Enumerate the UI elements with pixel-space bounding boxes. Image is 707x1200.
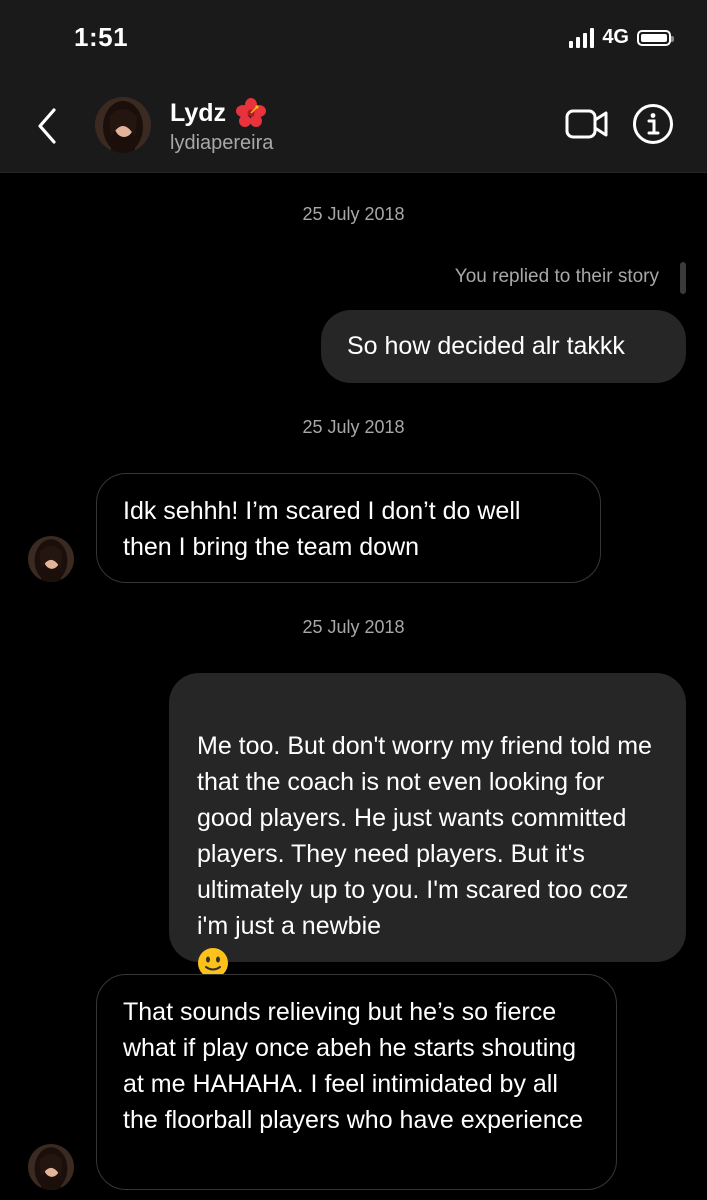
network-type: 4G <box>602 26 629 48</box>
message-text: Me too. But don't worry my friend told m… <box>197 732 652 940</box>
story-reply-indicator <box>680 262 686 294</box>
status-bar: 1:51 4G <box>0 0 707 80</box>
date-separator: 25 July 2018 <box>302 204 405 224</box>
info-icon <box>633 104 673 144</box>
date-separator: 25 July 2018 <box>302 617 405 637</box>
battery-icon <box>637 29 674 46</box>
outgoing-message[interactable]: Me too. But don't worry my friend told m… <box>169 673 686 979</box>
date-separator: 25 July 2018 <box>302 417 405 437</box>
incoming-message[interactable]: That sounds relieving but he’s so fierce… <box>96 974 617 1190</box>
status-time: 1:51 <box>74 22 129 52</box>
status-indicators: 4G <box>569 26 674 49</box>
back-button[interactable] <box>32 106 62 146</box>
story-reply-note: You replied to their story <box>454 266 659 287</box>
chat-header: Lydz lydiapereira <box>0 80 707 173</box>
sender-avatar[interactable] <box>28 1144 74 1190</box>
video-call-button[interactable] <box>565 108 609 140</box>
contact-handle: lydiapereira <box>170 132 274 154</box>
video-camera-icon <box>565 109 608 139</box>
sender-avatar[interactable] <box>28 536 74 582</box>
contact-name[interactable]: Lydz <box>170 98 267 128</box>
avatar[interactable] <box>95 97 151 153</box>
outgoing-message[interactable]: So how decided alr takkk <box>321 310 686 383</box>
info-button[interactable] <box>632 103 674 145</box>
incoming-message[interactable]: Idk sehhh! I’m scared I don’t do well th… <box>96 473 601 583</box>
hibiscus-icon <box>236 98 267 127</box>
chevron-left-icon <box>38 108 56 144</box>
contact-name-text: Lydz <box>170 98 227 127</box>
signal-strength-icon <box>569 27 595 48</box>
